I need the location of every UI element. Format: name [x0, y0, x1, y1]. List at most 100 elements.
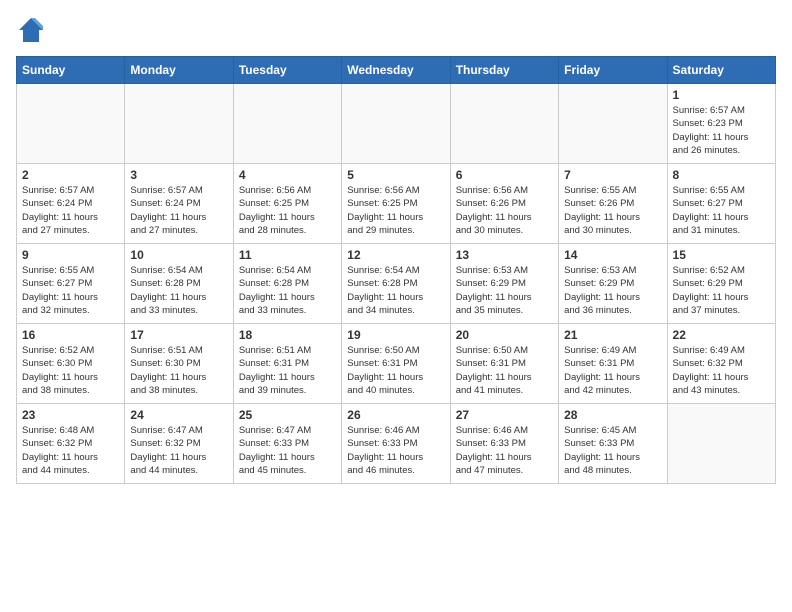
- day-number: 27: [456, 408, 553, 422]
- day-number: 26: [347, 408, 444, 422]
- page-header: [16, 16, 776, 44]
- calendar-cell: 1 Sunrise: 6:57 AM Sunset: 6:23 PM Daylig…: [667, 84, 775, 164]
- day-number: 23: [22, 408, 119, 422]
- day-info: Sunrise: 6:57 AM Sunset: 6:23 PM Dayligh…: [673, 104, 770, 157]
- calendar-cell: 6 Sunrise: 6:56 AM Sunset: 6:26 PM Daylig…: [450, 164, 558, 244]
- calendar-cell: [125, 84, 233, 164]
- day-info: Sunrise: 6:46 AM Sunset: 6:33 PM Dayligh…: [456, 424, 553, 477]
- day-info: Sunrise: 6:56 AM Sunset: 6:25 PM Dayligh…: [347, 184, 444, 237]
- calendar-cell: 5 Sunrise: 6:56 AM Sunset: 6:25 PM Daylig…: [342, 164, 450, 244]
- day-number: 16: [22, 328, 119, 342]
- calendar-cell: [233, 84, 341, 164]
- calendar-cell: 2Sunrise: 6:57 AM Sunset: 6:24 PM Daylig…: [17, 164, 125, 244]
- day-header-sunday: Sunday: [17, 57, 125, 84]
- calendar-header-row: SundayMondayTuesdayWednesdayThursdayFrid…: [17, 57, 776, 84]
- day-info: Sunrise: 6:53 AM Sunset: 6:29 PM Dayligh…: [456, 264, 553, 317]
- calendar-cell: 11 Sunrise: 6:54 AM Sunset: 6:28 PM Dayli…: [233, 244, 341, 324]
- day-number: 8: [673, 168, 770, 182]
- day-info: Sunrise: 6:54 AM Sunset: 6:28 PM Dayligh…: [239, 264, 336, 317]
- week-row-3: 16 Sunrise: 6:52 AM Sunset: 6:30 PM Dayli…: [17, 324, 776, 404]
- calendar-cell: [667, 404, 775, 484]
- day-number: 11: [239, 248, 336, 262]
- day-number: 9: [22, 248, 119, 262]
- day-info: Sunrise: 6:57 AM Sunset: 6:24 PM Dayligh…: [130, 184, 227, 237]
- calendar-cell: 24Sunrise: 6:47 AM Sunset: 6:32 PM Dayli…: [125, 404, 233, 484]
- day-number: 28: [564, 408, 661, 422]
- day-header-saturday: Saturday: [667, 57, 775, 84]
- day-header-friday: Friday: [559, 57, 667, 84]
- calendar-cell: 16 Sunrise: 6:52 AM Sunset: 6:30 PM Dayli…: [17, 324, 125, 404]
- calendar-cell: 18Sunrise: 6:51 AM Sunset: 6:31 PM Dayli…: [233, 324, 341, 404]
- day-number: 3: [130, 168, 227, 182]
- calendar-cell: 14 Sunrise: 6:53 AM Sunset: 6:29 PM Dayli…: [559, 244, 667, 324]
- day-number: 18: [239, 328, 336, 342]
- day-info: Sunrise: 6:55 AM Sunset: 6:27 PM Dayligh…: [22, 264, 119, 317]
- calendar-cell: 13 Sunrise: 6:53 AM Sunset: 6:29 PM Dayli…: [450, 244, 558, 324]
- day-number: 20: [456, 328, 553, 342]
- calendar-cell: 21 Sunrise: 6:49 AM Sunset: 6:31 PM Dayli…: [559, 324, 667, 404]
- day-info: Sunrise: 6:49 AM Sunset: 6:32 PM Dayligh…: [673, 344, 770, 397]
- day-info: Sunrise: 6:54 AM Sunset: 6:28 PM Dayligh…: [347, 264, 444, 317]
- day-number: 13: [456, 248, 553, 262]
- calendar-cell: 12 Sunrise: 6:54 AM Sunset: 6:28 PM Dayli…: [342, 244, 450, 324]
- calendar-cell: 27 Sunrise: 6:46 AM Sunset: 6:33 PM Dayli…: [450, 404, 558, 484]
- calendar-cell: 28 Sunrise: 6:45 AM Sunset: 6:33 PM Dayli…: [559, 404, 667, 484]
- calendar-cell: 9 Sunrise: 6:55 AM Sunset: 6:27 PM Daylig…: [17, 244, 125, 324]
- calendar-cell: 22 Sunrise: 6:49 AM Sunset: 6:32 PM Dayli…: [667, 324, 775, 404]
- day-info: Sunrise: 6:54 AM Sunset: 6:28 PM Dayligh…: [130, 264, 227, 317]
- week-row-1: 2 Sunrise: 6:57 AM Sunset: 6:24 PM Daylig…: [17, 164, 776, 244]
- calendar-cell: 25 Sunrise: 6:47 AM Sunset: 6:33 PM Dayli…: [233, 404, 341, 484]
- day-info: Sunrise: 6:50 AM Sunset: 6:31 PM Dayligh…: [456, 344, 553, 397]
- calendar-table: SundayMondayTuesdayWednesdayThursdayFrid…: [16, 56, 776, 484]
- day-info: Sunrise: 6:56 AM Sunset: 6:26 PM Dayligh…: [456, 184, 553, 237]
- day-info: Sunrise: 6:47 AM Sunset: 6:32 PM Dayligh…: [130, 424, 227, 477]
- calendar-cell: 15 Sunrise: 6:52 AM Sunset: 6:29 PM Dayli…: [667, 244, 775, 324]
- calendar-cell: 7 Sunrise: 6:55 AM Sunset: 6:26 PM Daylig…: [559, 164, 667, 244]
- calendar-cell: 3 Sunrise: 6:57 AM Sunset: 6:24 PM Daylig…: [125, 164, 233, 244]
- day-info: Sunrise: 6:55 AM Sunset: 6:27 PM Dayligh…: [673, 184, 770, 237]
- calendar-cell: 8 Sunrise: 6:55 AM Sunset: 6:27 PM Daylig…: [667, 164, 775, 244]
- day-info: Sunrise: 6:51 AM Sunset: 6:30 PM Dayligh…: [130, 344, 227, 397]
- day-number: 14: [564, 248, 661, 262]
- day-info: Sunrise: 6:45 AM Sunset: 6:33 PM Dayligh…: [564, 424, 661, 477]
- calendar-cell: 19 Sunrise: 6:50 AM Sunset: 6:31 PM Dayli…: [342, 324, 450, 404]
- day-info: Sunrise: 6:53 AM Sunset: 6:29 PM Dayligh…: [564, 264, 661, 317]
- day-number: 15: [673, 248, 770, 262]
- day-number: 5: [347, 168, 444, 182]
- day-number: 25: [239, 408, 336, 422]
- day-number: 6: [456, 168, 553, 182]
- day-info: Sunrise: 6:50 AM Sunset: 6:31 PM Dayligh…: [347, 344, 444, 397]
- day-number: 17: [130, 328, 227, 342]
- calendar-cell: 26 Sunrise: 6:46 AM Sunset: 6:33 PM Dayli…: [342, 404, 450, 484]
- day-info: Sunrise: 6:52 AM Sunset: 6:29 PM Dayligh…: [673, 264, 770, 317]
- day-info: Sunrise: 6:48 AM Sunset: 6:32 PM Dayligh…: [22, 424, 119, 477]
- calendar-cell: 23 Sunrise: 6:48 AM Sunset: 6:32 PM Dayli…: [17, 404, 125, 484]
- calendar-cell: 17 Sunrise: 6:51 AM Sunset: 6:30 PM Dayli…: [125, 324, 233, 404]
- calendar-cell: 4 Sunrise: 6:56 AM Sunset: 6:25 PM Daylig…: [233, 164, 341, 244]
- week-row-4: 23 Sunrise: 6:48 AM Sunset: 6:32 PM Dayli…: [17, 404, 776, 484]
- day-info: Sunrise: 6:47 AM Sunset: 6:33 PM Dayligh…: [239, 424, 336, 477]
- day-info: Sunrise: 6:52 AM Sunset: 6:30 PM Dayligh…: [22, 344, 119, 397]
- calendar-cell: 10 Sunrise: 6:54 AM Sunset: 6:28 PM Dayli…: [125, 244, 233, 324]
- day-number: 22: [673, 328, 770, 342]
- day-header-monday: Monday: [125, 57, 233, 84]
- day-number: 1: [673, 88, 770, 102]
- day-info: Sunrise: 6:55 AM Sunset: 6:26 PM Dayligh…: [564, 184, 661, 237]
- day-header-wednesday: Wednesday: [342, 57, 450, 84]
- day-number: 19: [347, 328, 444, 342]
- day-header-thursday: Thursday: [450, 57, 558, 84]
- day-info: Sunrise: 6:56 AM Sunset: 6:25 PM Dayligh…: [239, 184, 336, 237]
- calendar-cell: [559, 84, 667, 164]
- day-number: 2: [22, 168, 119, 182]
- week-row-2: 9 Sunrise: 6:55 AM Sunset: 6:27 PM Daylig…: [17, 244, 776, 324]
- calendar-cell: [17, 84, 125, 164]
- day-info: Sunrise: 6:49 AM Sunset: 6:31 PM Dayligh…: [564, 344, 661, 397]
- day-number: 10: [130, 248, 227, 262]
- calendar-cell: [342, 84, 450, 164]
- calendar-cell: 20 Sunrise: 6:50 AM Sunset: 6:31 PM Dayli…: [450, 324, 558, 404]
- day-number: 12: [347, 248, 444, 262]
- day-info: Sunrise: 6:46 AM Sunset: 6:33 PM Dayligh…: [347, 424, 444, 477]
- day-number: 7: [564, 168, 661, 182]
- day-number: 4: [239, 168, 336, 182]
- day-number: 21: [564, 328, 661, 342]
